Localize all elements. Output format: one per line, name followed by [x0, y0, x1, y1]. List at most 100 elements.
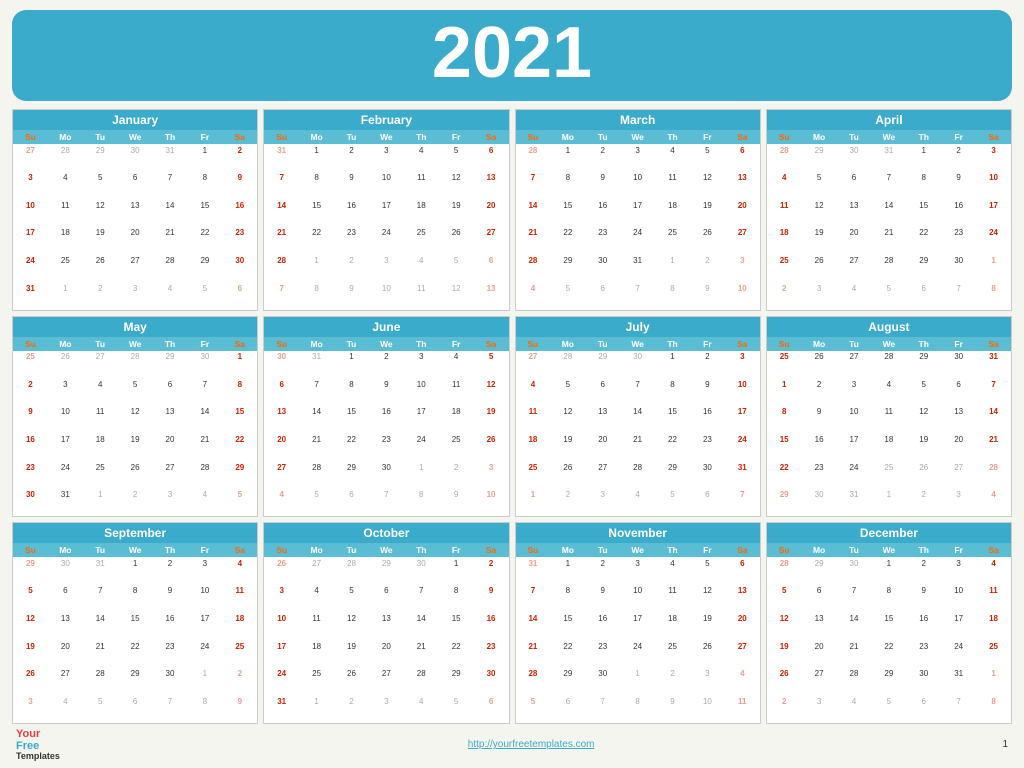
- day-header-su: Su: [264, 543, 299, 557]
- day-cell: 23: [690, 434, 725, 462]
- day-cell: 15: [187, 199, 222, 227]
- day-cell: 20: [369, 640, 404, 668]
- day-cell: 30: [941, 351, 976, 379]
- day-cell: 10: [187, 585, 222, 613]
- day-cell: 2: [334, 144, 369, 172]
- day-cell: 1: [334, 351, 369, 379]
- day-cell: 2: [439, 461, 474, 489]
- day-cell: 28: [871, 255, 906, 283]
- month-header-march: March: [516, 110, 760, 130]
- day-cell: 24: [13, 255, 48, 283]
- day-cell: 31: [48, 489, 83, 517]
- day-header-tu: Tu: [334, 130, 369, 144]
- day-cell: 18: [655, 613, 690, 641]
- day-cell: 3: [976, 144, 1011, 172]
- day-cell: 7: [620, 378, 655, 406]
- footer-url[interactable]: http://yourfreetemplates.com: [468, 739, 595, 750]
- day-cell: 13: [837, 199, 872, 227]
- day-cell: 7: [404, 585, 439, 613]
- day-cell: 20: [264, 434, 299, 462]
- day-cell: 25: [655, 640, 690, 668]
- day-cell: 30: [837, 144, 872, 172]
- day-cell: 1: [516, 489, 551, 517]
- day-cell: 4: [655, 144, 690, 172]
- day-cell: 28: [976, 461, 1011, 489]
- day-cell: 27: [118, 255, 153, 283]
- day-cell: 28: [767, 557, 802, 585]
- day-header-fr: Fr: [690, 543, 725, 557]
- day-cell: 11: [655, 585, 690, 613]
- day-cell: 12: [474, 378, 509, 406]
- day-cell: 9: [906, 585, 941, 613]
- day-cell: 31: [976, 351, 1011, 379]
- month-march: MarchSuMoTuWeThFrSa281234567891011121314…: [515, 109, 761, 311]
- day-header-we: We: [369, 543, 404, 557]
- day-cell: 27: [48, 668, 83, 696]
- day-cell: 4: [187, 489, 222, 517]
- day-header-mo: Mo: [550, 543, 585, 557]
- day-cell: 7: [187, 378, 222, 406]
- day-headers: SuMoTuWeThFrSa: [264, 337, 508, 351]
- day-cell: 17: [725, 406, 760, 434]
- day-cell: 29: [222, 461, 257, 489]
- day-cell: 27: [725, 227, 760, 255]
- day-cell: 9: [369, 378, 404, 406]
- day-cell: 6: [118, 172, 153, 200]
- day-cell: 16: [13, 434, 48, 462]
- day-cell: 21: [976, 434, 1011, 462]
- day-cell: 5: [118, 378, 153, 406]
- day-cell: 25: [767, 255, 802, 283]
- day-header-th: Th: [906, 130, 941, 144]
- day-cell: 15: [222, 406, 257, 434]
- day-cell: 8: [187, 695, 222, 723]
- day-cell: 6: [474, 255, 509, 283]
- day-cell: 28: [334, 557, 369, 585]
- day-cell: 10: [976, 172, 1011, 200]
- day-cell: 23: [802, 461, 837, 489]
- day-cell: 8: [550, 172, 585, 200]
- day-cell: 5: [439, 695, 474, 723]
- day-cell: 27: [941, 461, 976, 489]
- day-header-th: Th: [153, 130, 188, 144]
- day-header-tu: Tu: [585, 337, 620, 351]
- day-cell: 19: [13, 640, 48, 668]
- day-cell: 11: [299, 613, 334, 641]
- day-cell: 5: [550, 282, 585, 310]
- day-cell: 9: [585, 585, 620, 613]
- day-cell: 1: [976, 668, 1011, 696]
- day-header-su: Su: [516, 337, 551, 351]
- day-cell: 22: [222, 434, 257, 462]
- day-cell: 13: [941, 406, 976, 434]
- day-cell: 9: [690, 378, 725, 406]
- day-cell: 28: [48, 144, 83, 172]
- day-cell: 8: [906, 172, 941, 200]
- day-cell: 3: [118, 282, 153, 310]
- days-grid: 2728293012345678910111213141516171819202…: [516, 351, 760, 517]
- day-cell: 18: [83, 434, 118, 462]
- day-headers: SuMoTuWeThFrSa: [264, 130, 508, 144]
- day-cell: 1: [550, 144, 585, 172]
- day-cell: 1: [976, 255, 1011, 283]
- day-cell: 2: [585, 144, 620, 172]
- day-headers: SuMoTuWeThFrSa: [516, 337, 760, 351]
- day-cell: 12: [439, 282, 474, 310]
- day-cell: 19: [767, 640, 802, 668]
- day-cell: 12: [439, 172, 474, 200]
- day-header-mo: Mo: [550, 337, 585, 351]
- day-cell: 22: [550, 227, 585, 255]
- day-cell: 1: [871, 557, 906, 585]
- day-cell: 10: [48, 406, 83, 434]
- day-cell: 24: [725, 434, 760, 462]
- day-cell: 14: [83, 613, 118, 641]
- day-header-su: Su: [767, 130, 802, 144]
- day-cell: 26: [906, 461, 941, 489]
- day-cell: 9: [585, 172, 620, 200]
- month-header-july: July: [516, 317, 760, 337]
- day-header-su: Su: [264, 337, 299, 351]
- day-cell: 1: [299, 255, 334, 283]
- day-cell: 1: [439, 557, 474, 585]
- day-cell: 7: [264, 282, 299, 310]
- day-cell: 14: [264, 199, 299, 227]
- day-cell: 26: [690, 227, 725, 255]
- day-cell: 6: [550, 695, 585, 723]
